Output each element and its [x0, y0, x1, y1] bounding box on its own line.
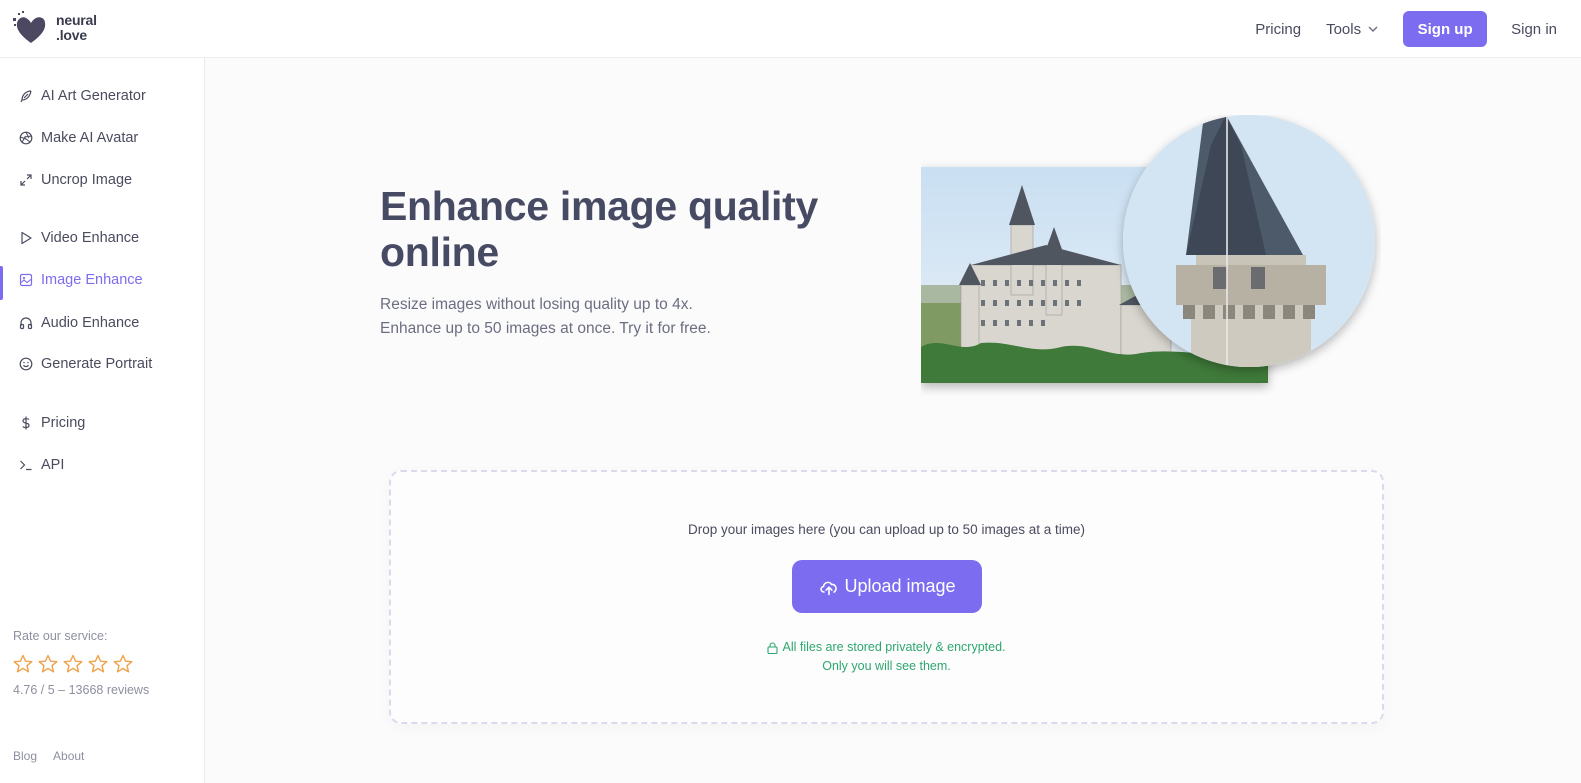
privacy-line-1: All files are stored privately & encrypt… — [782, 640, 1006, 654]
lock-icon — [767, 641, 779, 654]
star-icon[interactable] — [87, 654, 109, 674]
star-icon[interactable] — [112, 654, 134, 674]
sidebar-item-video-enhance[interactable]: Video Enhance — [0, 221, 204, 255]
sidebar-item-pricing[interactable]: Pricing — [0, 406, 204, 440]
star-icon[interactable] — [37, 654, 59, 674]
expand-icon — [19, 173, 33, 187]
nav-pricing-link[interactable]: Pricing — [1255, 21, 1301, 38]
chevron-down-icon — [1368, 26, 1378, 32]
hero-subtitle-line-1: Resize images without losing quality up … — [380, 296, 693, 313]
aperture-icon — [19, 131, 33, 145]
signup-button[interactable]: Sign up — [1403, 11, 1488, 47]
sidebar-item-label: Audio Enhance — [41, 315, 140, 331]
rating-summary: 4.76 / 5 – 13668 reviews — [13, 683, 150, 697]
privacy-line-2: Only you will see them. — [822, 659, 951, 673]
sidebar-item-label: Make AI Avatar — [41, 130, 139, 146]
hero-subtitle: Resize images without losing quality up … — [380, 293, 810, 341]
play-icon — [19, 231, 33, 245]
sidebar-item-label: Uncrop Image — [41, 172, 133, 188]
dollar-icon — [19, 416, 33, 430]
sidebar-item-label: Image Enhance — [41, 272, 143, 288]
terminal-icon — [19, 458, 33, 472]
star-icon[interactable] — [12, 654, 34, 674]
castle-illustration — [921, 115, 1375, 383]
feather-icon — [19, 89, 33, 103]
page-title: Enhance image quality online — [380, 183, 818, 275]
nav-tools-label: Tools — [1326, 20, 1362, 38]
blog-link[interactable]: Blog — [13, 749, 37, 763]
sidebar-item-api[interactable]: API — [0, 448, 204, 482]
dropzone-instructions: Drop your images here (you can upload up… — [688, 522, 1085, 537]
rate-label: Rate our service: — [13, 629, 108, 643]
sidebar-item-audio-enhance[interactable]: Audio Enhance — [0, 306, 204, 340]
sidebar-item-label: Video Enhance — [41, 230, 140, 246]
signin-link[interactable]: Sign in — [1511, 21, 1557, 38]
sidebar-item-ai-art-generator[interactable]: AI Art Generator — [0, 79, 204, 113]
headphones-icon — [19, 316, 33, 330]
smile-icon — [19, 357, 33, 371]
heart-logo-icon — [13, 11, 46, 43]
sidebar: AI Art Generator Make AI Avatar Uncrop I… — [0, 58, 205, 783]
top-nav: Pricing Tools Sign up Sign in — [1255, 11, 1557, 47]
sidebar-item-label: Pricing — [41, 415, 86, 431]
privacy-note: All files are stored privately & encrypt… — [391, 638, 1382, 676]
star-icon[interactable] — [62, 654, 84, 674]
brand-name: neural .love — [56, 12, 97, 43]
sidebar-item-generate-portrait[interactable]: Generate Portrait — [0, 347, 204, 381]
hero-subtitle-line-2: Enhance up to 50 images at once. Try it … — [380, 320, 711, 337]
sidebar-item-uncrop-image[interactable]: Uncrop Image — [0, 163, 204, 197]
nav-tools-dropdown[interactable]: Tools — [1326, 21, 1378, 38]
sidebar-item-make-ai-avatar[interactable]: Make AI Avatar — [0, 121, 204, 155]
sidebar-item-label: API — [41, 457, 65, 473]
cloud-upload-icon — [820, 581, 838, 595]
sidebar-item-label: AI Art Generator — [41, 88, 146, 104]
top-header: neural .love Pricing Tools Sign up Sign … — [0, 0, 1581, 58]
sidebar-item-image-enhance[interactable]: Image Enhance — [0, 263, 204, 300]
image-icon — [19, 273, 33, 287]
sidebar-item-label: Generate Portrait — [41, 356, 153, 372]
upload-dropzone[interactable]: Drop your images here (you can upload up… — [389, 470, 1384, 724]
upload-button-label: Upload image — [844, 576, 956, 596]
rating-stars — [12, 654, 137, 674]
upload-image-button[interactable]: Upload image — [792, 560, 982, 613]
sidebar-footer: Blog About — [13, 749, 100, 763]
brand-logo[interactable]: neural .love — [12, 10, 97, 46]
about-link[interactable]: About — [53, 749, 84, 763]
